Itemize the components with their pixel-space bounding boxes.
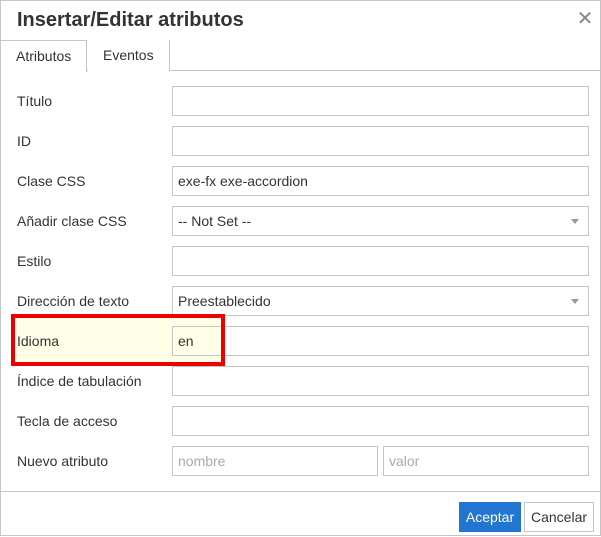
estilo-label: Estilo [17,253,52,269]
nuevo-valor-input[interactable]: valor [383,446,589,476]
estilo-input[interactable] [172,246,589,276]
dialog-title: Insertar/Editar atributos [17,9,244,31]
anadir-clase-select[interactable]: -- Not Set -- [172,206,589,236]
idioma-input[interactable]: en [172,326,589,356]
direccion-select[interactable]: Preestablecido [172,286,589,316]
chevron-down-icon [571,219,579,224]
indice-input[interactable] [172,366,589,396]
accept-button[interactable]: Aceptar [459,502,521,532]
tecla-input[interactable] [172,406,589,436]
chevron-down-icon [571,299,579,304]
tab-atributos[interactable]: Atributos [1,40,88,72]
clase-css-input[interactable]: exe-fx exe-accordion [172,166,589,196]
nuevo-nombre-input[interactable]: nombre [172,446,378,476]
cancel-button[interactable]: Cancelar [524,502,594,532]
id-input[interactable] [172,126,589,156]
dialog-footer: Aceptar Cancelar [1,491,601,537]
tab-eventos[interactable]: Eventos [88,40,170,71]
anadir-clase-value: -- Not Set -- [178,213,252,229]
nuevo-atributo-label: Nuevo atributo [17,453,109,469]
close-icon[interactable]: ✕ [575,8,595,30]
clase-css-label: Clase CSS [17,173,86,189]
indice-label: Índice de tabulación [17,373,142,389]
direccion-label: Dirección de texto [17,293,130,309]
anadir-clase-label: Añadir clase CSS [17,213,127,229]
titulo-input[interactable] [172,86,589,116]
id-label: ID [17,133,31,149]
tab-bar: Atributos Eventos [1,40,601,72]
direccion-value: Preestablecido [178,293,271,309]
highlight-frame [11,314,225,366]
attributes-dialog: Insertar/Editar atributos ✕ Atributos Ev… [0,0,601,536]
tecla-label: Tecla de acceso [17,413,118,429]
titulo-label: Título [17,93,53,109]
